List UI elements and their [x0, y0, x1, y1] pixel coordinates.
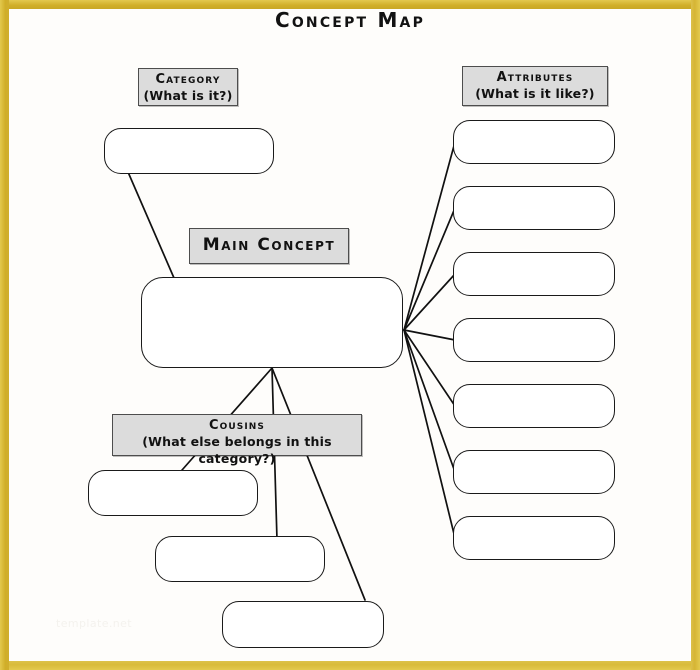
label-category: Category (What is it?) [138, 68, 238, 106]
label-category-title: Category [155, 72, 221, 87]
label-cousins-title: Cousins [208, 418, 266, 433]
label-cousins: Cousins (What else belongs in this categ… [112, 414, 362, 466]
concept-map-page: Concept Map Category (What is it?) Attri… [0, 0, 700, 670]
frame-border-bottom [0, 661, 700, 670]
label-attributes-subtitle: (What is it like?) [475, 86, 595, 102]
attribute-box-3[interactable] [453, 252, 615, 296]
attribute-box-2[interactable] [453, 186, 615, 230]
label-attributes: Attributes (What is it like?) [462, 66, 608, 106]
frame-border-right [691, 0, 700, 670]
attribute-box-7[interactable] [453, 516, 615, 560]
page-title: Concept Map [274, 8, 426, 32]
main-concept-box[interactable] [141, 277, 403, 368]
frame-border-left [0, 0, 9, 670]
cousin-box-2[interactable] [155, 536, 325, 582]
category-box-1[interactable] [104, 128, 274, 174]
attribute-box-1[interactable] [453, 120, 615, 164]
label-cousins-subtitle: (What else belongs in this category?) [142, 434, 332, 466]
attribute-box-6[interactable] [453, 450, 615, 494]
label-category-subtitle: (What is it?) [143, 88, 233, 104]
attribute-box-4[interactable] [453, 318, 615, 362]
attribute-box-5[interactable] [453, 384, 615, 428]
label-main-concept: Main Concept [189, 228, 349, 264]
label-attributes-title: Attributes [496, 70, 574, 85]
label-main-concept-title: Main Concept [202, 235, 336, 256]
watermark: template.net [56, 617, 133, 630]
cousin-box-1[interactable] [88, 470, 258, 516]
cousin-box-3[interactable] [222, 601, 384, 648]
